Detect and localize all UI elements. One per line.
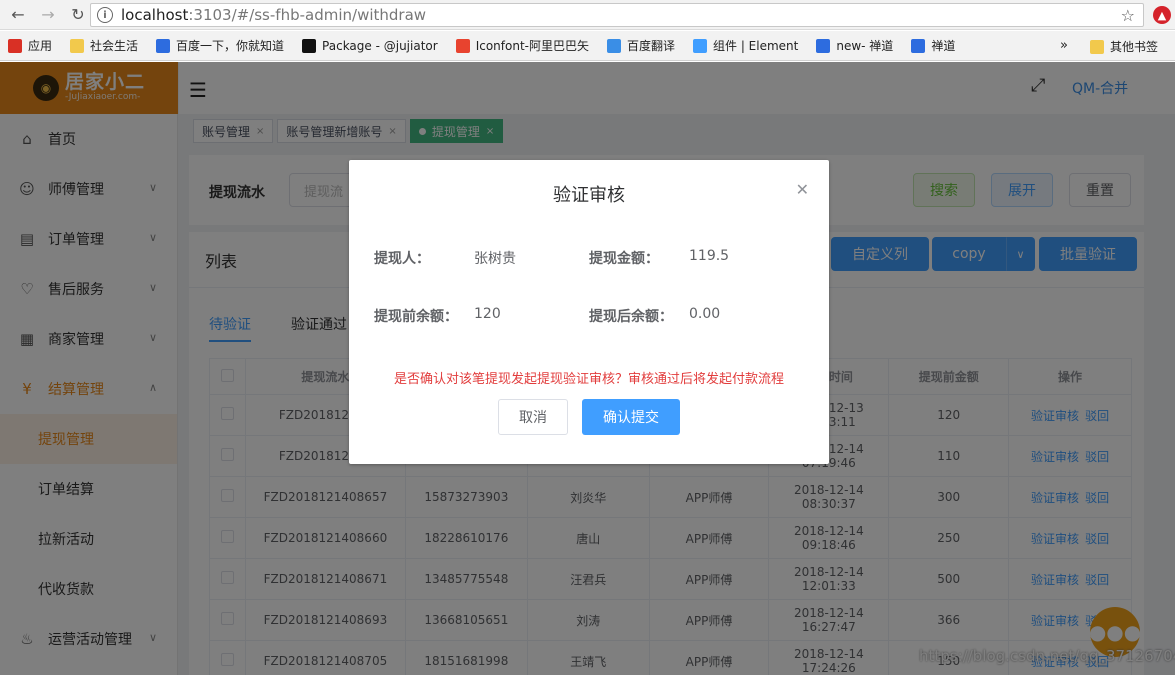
reload-icon[interactable]: ↻ — [66, 3, 90, 27]
withdrawer-label: 提现人： — [374, 251, 430, 267]
extension-icon[interactable]: ▲ — [1153, 6, 1171, 24]
confirm-warning: 是否确认对该笔提现发起提现验证审核？审核通过后将发起付款流程 — [393, 372, 784, 387]
other-bookmarks[interactable]: 其他书签 — [1090, 38, 1158, 55]
dialog-title: 验证审核 — [553, 185, 625, 206]
close-icon[interactable]: ✕ — [796, 180, 809, 199]
url-path: :3103/#/ss-fhb-admin/withdraw — [188, 6, 427, 24]
back-icon[interactable]: ← — [6, 3, 30, 27]
balance-after-value: 0.00 — [689, 306, 721, 322]
amount-label: 提现金额： — [589, 251, 659, 267]
bookmark-item[interactable]: 社会生活 — [70, 37, 138, 54]
bookmarks-more[interactable]: » — [1060, 38, 1068, 53]
bookmark-favicon-icon — [911, 38, 926, 53]
balance-before-label: 提现前余额： — [374, 309, 458, 325]
cancel-button[interactable]: 取消 — [498, 399, 568, 435]
info-icon[interactable]: i — [97, 7, 113, 23]
bookmark-item[interactable]: Iconfont-阿里巴巴矢 — [455, 37, 589, 54]
bookmark-favicon-icon — [8, 38, 22, 53]
bookmark-favicon-icon — [606, 38, 621, 53]
withdrawer-value: 张树贵 — [474, 251, 516, 267]
bookmark-item[interactable]: new- 禅道 — [816, 37, 893, 54]
confirm-submit-button[interactable]: 确认提交 — [582, 399, 680, 435]
bookmark-item[interactable]: 百度翻译 — [606, 37, 675, 54]
url-host: localhost — [121, 6, 189, 24]
bookmark-star-icon[interactable]: ☆ — [1121, 6, 1135, 25]
balance-before-value: 120 — [474, 306, 501, 322]
bookmark-item[interactable]: 组件 | Element — [693, 37, 798, 54]
bookmark-item[interactable]: Package - @jujiator — [302, 37, 438, 54]
bookmark-item[interactable]: 百度一下，你就知道 — [156, 37, 284, 54]
bookmark-favicon-icon — [693, 38, 707, 53]
balance-after-label: 提现后余额： — [589, 309, 673, 325]
bookmark-favicon-icon — [156, 38, 171, 53]
forward-icon[interactable]: → — [36, 3, 60, 27]
verify-dialog: 验证审核 ✕ 提现人： 张树贵 提现金额： 119.5 提现前余额： 120 提… — [349, 160, 829, 464]
browser-toolbar: ← → ↻ i localhost:3103/#/ss-fhb-admin/wi… — [0, 0, 1175, 30]
bookmarks-bar: 应用 社会生活 百度一下，你就知道 Package - @jujiator Iconfo… — [0, 31, 1175, 61]
folder-icon — [1090, 39, 1104, 54]
address-bar[interactable]: i localhost:3103/#/ss-fhb-admin/withdraw… — [90, 3, 1144, 27]
amount-value: 119.5 — [689, 248, 730, 264]
bookmark-favicon-icon — [302, 38, 317, 53]
bookmark-favicon-icon — [816, 38, 831, 53]
bookmark-favicon-icon — [455, 38, 470, 53]
bookmark-favicon-icon — [70, 38, 85, 53]
bookmark-item[interactable]: 应用 — [8, 37, 52, 54]
bookmark-item[interactable]: 禅道 — [911, 37, 955, 54]
